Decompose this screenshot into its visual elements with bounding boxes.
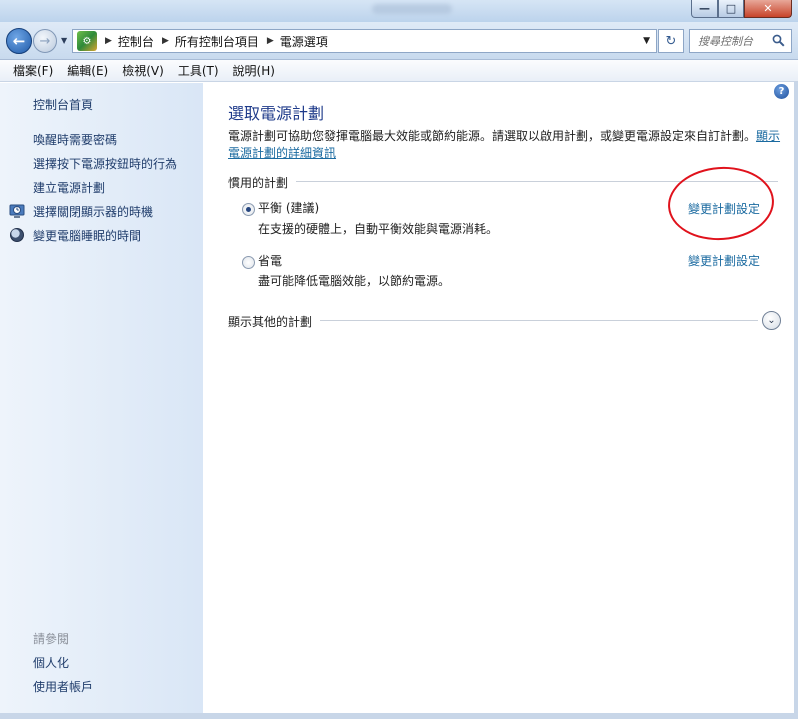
window-title-blurred [372, 4, 452, 14]
page-title: 選取電源計劃 [228, 104, 325, 123]
sidebar-link-wake-password[interactable]: 喚醒時需要密碼 [33, 131, 117, 148]
forward-button[interactable]: → [33, 29, 57, 53]
sidebar-link-personalization[interactable]: 個人化 [33, 654, 69, 671]
sidebar-link-power-button[interactable]: 選擇按下電源按鈕時的行為 [33, 155, 177, 172]
task-pane [0, 83, 203, 713]
chevron-right-icon[interactable]: ▶ [162, 36, 169, 46]
show-other-plans-header[interactable]: 顯示其他的計劃 [228, 313, 312, 330]
plan-power-saver-radio[interactable] [242, 256, 255, 269]
expand-other-plans-button[interactable]: ⌄ [762, 311, 781, 330]
back-button[interactable]: ← [6, 28, 32, 54]
address-dropdown-icon[interactable]: ▼ [643, 36, 650, 46]
see-also-header: 請參閱 [33, 632, 70, 646]
menu-tools[interactable]: 工具(T) [178, 62, 219, 79]
menu-file[interactable]: 檔案(F) [13, 62, 53, 79]
close-button[interactable]: ✕ [744, 0, 792, 18]
sidebar-link-user-accounts[interactable]: 使用者帳戶 [33, 678, 93, 695]
plan-power-saver-name[interactable]: 省電 [258, 252, 282, 269]
menu-view[interactable]: 檢視(V) [122, 62, 164, 79]
plan-power-saver-description: 盡可能降低電腦效能，以節約電源。 [258, 274, 451, 288]
page-description: 電源計劃可協助您發揮電腦最大效能或節約能源。請選取以啟用計劃，或變更電源設定來自… [228, 127, 780, 144]
minimize-button[interactable]: — [691, 0, 718, 18]
sidebar-link-create-plan[interactable]: 建立電源計劃 [33, 179, 105, 196]
menu-edit[interactable]: 編輯(E) [67, 62, 108, 79]
search-input[interactable]: 搜尋控制台 [689, 29, 792, 53]
preferred-plans-header: 慣用的計劃 [228, 176, 289, 190]
chevron-right-icon[interactable]: ▶ [105, 36, 112, 46]
annotation-circle [665, 163, 777, 244]
breadcrumb-power-options[interactable]: 電源選項 [280, 33, 328, 50]
sidebar-link-display-off[interactable]: 選擇關閉顯示器的時機 [33, 203, 153, 220]
plan-balanced-description: 在支援的硬體上，自動平衡效能與電源消耗。 [258, 222, 499, 236]
plan-details-link-continued[interactable]: 電源計劃的詳細資訊 [228, 144, 336, 161]
search-placeholder: 搜尋控制台 [698, 35, 753, 48]
search-icon[interactable] [772, 34, 785, 47]
control-panel-icon: ⚙ [77, 31, 97, 51]
breadcrumb-control-panel[interactable]: 控制台 [118, 33, 154, 50]
page-description-text: 電源計劃可協助您發揮電腦最大效能或節約能源。請選取以啟用計劃，或變更電源設定來自… [228, 129, 757, 143]
navigation-bar: ← → ▼ ⚙ ▶ 控制台 ▶ 所有控制台項目 ▶ 電源選項 ▼ ↻ 搜尋控制台 [0, 22, 798, 60]
plan-balanced-name[interactable]: 平衡 (建議) [258, 199, 319, 216]
breadcrumb-all-items[interactable]: 所有控制台項目 [175, 33, 259, 50]
window-frame-right [794, 82, 798, 713]
moon-icon [10, 228, 24, 242]
sidebar-link-sleep[interactable]: 變更電腦睡眠的時間 [33, 227, 141, 244]
sidebar-link-control-panel-home[interactable]: 控制台首頁 [33, 96, 93, 113]
refresh-button[interactable]: ↻ [658, 29, 684, 53]
recent-pages-dropdown-icon[interactable]: ▼ [61, 36, 67, 45]
monitor-clock-icon [9, 204, 25, 218]
help-icon[interactable]: ? [774, 84, 789, 99]
chevron-right-icon[interactable]: ▶ [267, 36, 274, 46]
plan-balanced-radio[interactable] [242, 203, 255, 216]
title-bar: — □ ✕ [0, 0, 798, 22]
window-frame-bottom [0, 713, 798, 719]
menu-bar: 檔案(F) 編輯(E) 檢視(V) 工具(T) 說明(H) [0, 60, 798, 82]
group-divider [320, 320, 758, 321]
change-plan-settings-power-saver-link[interactable]: 變更計劃設定 [688, 252, 760, 269]
menu-help[interactable]: 說明(H) [233, 62, 275, 79]
address-bar[interactable]: ⚙ ▶ 控制台 ▶ 所有控制台項目 ▶ 電源選項 ▼ [72, 29, 657, 53]
maximize-button[interactable]: □ [718, 0, 744, 18]
plan-details-link[interactable]: 顯示 [756, 129, 780, 143]
